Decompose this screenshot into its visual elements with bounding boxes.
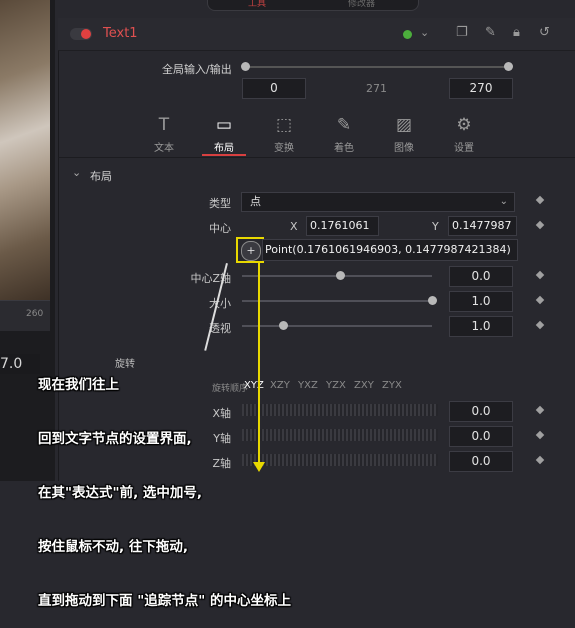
center-y-label: Y: [432, 220, 439, 233]
size-slider-handle[interactable]: [428, 296, 437, 305]
rot-y-field[interactable]: 0.0: [449, 426, 513, 447]
timeline-frame-label: 260: [26, 309, 44, 319]
node-title[interactable]: Text1: [103, 26, 138, 41]
node-enable-toggle[interactable]: [70, 28, 92, 40]
lock-icon[interactable]: 🔒︎: [513, 25, 520, 40]
shading-icon: ✎: [336, 115, 352, 135]
center-x-label: X: [290, 220, 298, 233]
timecode-field[interactable]: 7.0: [0, 354, 40, 374]
center-y-field[interactable]: 0.1477987: [448, 216, 517, 236]
perspective-label: 透视: [209, 322, 231, 335]
perspective-field[interactable]: 1.0: [449, 316, 513, 337]
tab-transform[interactable]: ⬚ 变换: [259, 113, 309, 154]
divider: [58, 157, 575, 158]
global-in-handle[interactable]: [241, 62, 250, 71]
node-color-dot[interactable]: [403, 30, 412, 39]
annotation-line: 在其"表达式"前, 选中加号,: [38, 485, 203, 501]
tab-label: 设置: [454, 143, 474, 154]
tab-shading[interactable]: ✎ 着色: [319, 113, 369, 154]
size-field[interactable]: 1.0: [449, 291, 513, 312]
viewer-image: [0, 0, 50, 300]
top-tab-bar: 工具 修改器: [207, 0, 419, 11]
global-out-handle[interactable]: [504, 62, 513, 71]
type-select[interactable]: 点 ⌄: [241, 192, 515, 212]
tab-label: 着色: [334, 143, 354, 154]
chevron-down-icon[interactable]: ⌄: [420, 26, 429, 39]
tab-label: 变换: [274, 143, 294, 154]
active-tab-indicator: [202, 154, 246, 156]
annotation-line: 直到拖动到下面 "追踪节点" 的中心坐标上: [38, 593, 291, 609]
image-icon: ▨: [395, 115, 413, 135]
global-io-range-track[interactable]: [245, 66, 509, 68]
highlight-box: [236, 237, 264, 263]
global-io-label: 全局输入/输出: [162, 63, 232, 76]
tab-layout[interactable]: ▭ 布局: [199, 113, 249, 154]
section-title-layout[interactable]: 布局: [90, 168, 112, 184]
type-select-value: 点: [250, 195, 261, 208]
expression-field[interactable]: Point(0.1761061946903, 0.1477987421384): [262, 239, 518, 261]
center-label: 中心: [209, 222, 231, 235]
size-label: 大小: [209, 297, 231, 310]
annotation-line: 按住鼠标不动, 往下拖动,: [38, 539, 188, 555]
text-icon: T: [158, 115, 170, 135]
perspective-slider-handle[interactable]: [279, 321, 288, 330]
tab-text[interactable]: T 文本: [139, 113, 189, 154]
global-out-field[interactable]: 270: [449, 78, 513, 99]
order-yxz[interactable]: YXZ: [298, 380, 318, 391]
tab-image[interactable]: ▨ 图像: [379, 113, 429, 154]
rot-x-field[interactable]: 0.0: [449, 401, 513, 422]
tab-settings[interactable]: ⚙ 设置: [439, 113, 489, 154]
tab-modifiers[interactable]: 修改器: [348, 0, 375, 9]
reset-icon[interactable]: ↺: [539, 25, 550, 40]
settings-icon: ⚙: [456, 115, 472, 135]
tutorial-annotation: 现在我们往上 回到文字节点的设置界面, 在其"表达式"前, 选中加号, 按住鼠标…: [38, 340, 291, 628]
layout-icon: ▭: [215, 115, 233, 135]
transform-icon: ⬚: [275, 115, 293, 135]
global-in-field[interactable]: 0: [242, 78, 306, 99]
chevron-down-icon: ⌄: [499, 196, 508, 207]
chevron-down-icon[interactable]: ⌄: [72, 166, 81, 179]
annotation-line: 现在我们往上: [38, 377, 119, 393]
tab-tools[interactable]: 工具: [248, 0, 266, 9]
rot-z-field[interactable]: 0.0: [449, 451, 513, 472]
order-yzx[interactable]: YZX: [326, 380, 346, 391]
tab-label: 布局: [214, 143, 234, 154]
centerz-slider-handle[interactable]: [336, 271, 345, 280]
centerz-field[interactable]: 0.0: [449, 266, 513, 287]
order-zxy[interactable]: ZXY: [354, 380, 374, 391]
tab-label: 文本: [154, 143, 174, 154]
annotation-line: 回到文字节点的设置界面,: [38, 431, 192, 447]
order-zyx[interactable]: ZYX: [382, 380, 402, 391]
tab-label: 图像: [394, 143, 414, 154]
perspective-slider-track[interactable]: [242, 325, 432, 327]
center-x-field[interactable]: 0.1761061: [306, 216, 379, 236]
collapse-icon[interactable]: ❐: [456, 25, 468, 40]
global-io-duration: 271: [366, 82, 387, 95]
size-slider-track[interactable]: [242, 300, 432, 302]
pin-icon[interactable]: ✎: [485, 25, 496, 40]
type-label: 类型: [209, 197, 231, 210]
